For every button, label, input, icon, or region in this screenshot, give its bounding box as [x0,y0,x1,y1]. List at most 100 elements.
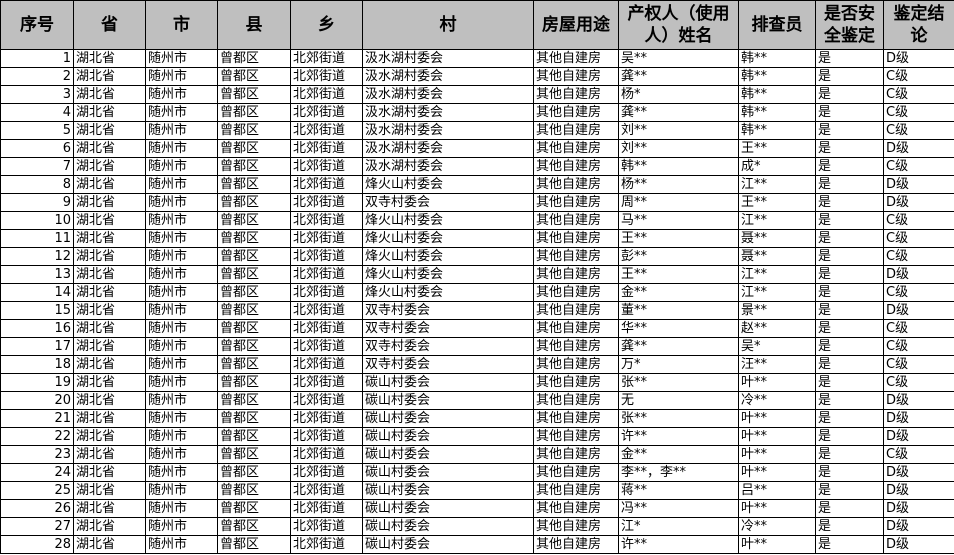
cell-county[interactable]: 曾都区 [217,247,291,266]
cell-appraised[interactable]: 是 [815,211,884,230]
cell-owner[interactable]: 龚** [618,103,739,122]
cell-usage[interactable]: 其他自建房 [533,265,619,284]
cell-conclusion[interactable]: C级 [883,373,954,392]
cell-owner[interactable]: 马** [618,211,739,230]
cell-township[interactable]: 北郊街道 [290,85,363,104]
cell-village[interactable]: 碳山村委会 [362,481,534,500]
cell-county[interactable]: 曾都区 [217,463,291,482]
cell-city[interactable]: 随州市 [145,247,218,266]
cell-index[interactable]: 1 [0,49,74,68]
cell-province[interactable]: 湖北省 [73,355,146,374]
cell-township[interactable]: 北郊街道 [290,175,363,194]
cell-province[interactable]: 湖北省 [73,121,146,140]
cell-usage[interactable]: 其他自建房 [533,391,619,410]
cell-usage[interactable]: 其他自建房 [533,229,619,248]
cell-township[interactable]: 北郊街道 [290,319,363,338]
cell-city[interactable]: 随州市 [145,49,218,68]
cell-county[interactable]: 曾都区 [217,49,291,68]
cell-usage[interactable]: 其他自建房 [533,103,619,122]
cell-index[interactable]: 23 [0,445,74,464]
cell-city[interactable]: 随州市 [145,373,218,392]
cell-city[interactable]: 随州市 [145,355,218,374]
cell-conclusion[interactable]: C级 [883,157,954,176]
cell-appraised[interactable]: 是 [815,517,884,536]
cell-appraised[interactable]: 是 [815,247,884,266]
cell-owner[interactable]: 张** [618,409,739,428]
cell-usage[interactable]: 其他自建房 [533,139,619,158]
cell-index[interactable]: 17 [0,337,74,356]
cell-village[interactable]: 碳山村委会 [362,463,534,482]
cell-city[interactable]: 随州市 [145,409,218,428]
cell-city[interactable]: 随州市 [145,535,218,554]
cell-province[interactable]: 湖北省 [73,517,146,536]
cell-inspector[interactable]: 韩** [738,85,816,104]
cell-owner[interactable]: 张** [618,373,739,392]
cell-township[interactable]: 北郊街道 [290,481,363,500]
cell-village[interactable]: 碳山村委会 [362,427,534,446]
cell-inspector[interactable]: 江** [738,265,816,284]
cell-conclusion[interactable]: C级 [883,247,954,266]
cell-village[interactable]: 烽火山村委会 [362,283,534,302]
cell-appraised[interactable]: 是 [815,373,884,392]
cell-usage[interactable]: 其他自建房 [533,427,619,446]
cell-conclusion[interactable]: C级 [883,355,954,374]
cell-usage[interactable]: 其他自建房 [533,319,619,338]
cell-index[interactable]: 21 [0,409,74,428]
cell-owner[interactable]: 江* [618,517,739,536]
cell-conclusion[interactable]: D级 [883,517,954,536]
cell-county[interactable]: 曾都区 [217,445,291,464]
cell-township[interactable]: 北郊街道 [290,409,363,428]
cell-county[interactable]: 曾都区 [217,427,291,446]
cell-village[interactable]: 双寺村委会 [362,193,534,212]
cell-township[interactable]: 北郊街道 [290,463,363,482]
cell-index[interactable]: 22 [0,427,74,446]
cell-appraised[interactable]: 是 [815,49,884,68]
cell-appraised[interactable]: 是 [815,193,884,212]
col-header-index[interactable]: 序号 [0,0,74,50]
cell-index[interactable]: 27 [0,517,74,536]
cell-conclusion[interactable]: D级 [883,409,954,428]
cell-conclusion[interactable]: D级 [883,175,954,194]
cell-conclusion[interactable]: D级 [883,391,954,410]
cell-county[interactable]: 曾都区 [217,301,291,320]
cell-conclusion[interactable]: C级 [883,121,954,140]
cell-owner[interactable]: 王** [618,229,739,248]
cell-county[interactable]: 曾都区 [217,175,291,194]
cell-conclusion[interactable]: D级 [883,193,954,212]
cell-province[interactable]: 湖北省 [73,337,146,356]
cell-village[interactable]: 烽火山村委会 [362,175,534,194]
col-header-village[interactable]: 村 [362,0,534,50]
cell-appraised[interactable]: 是 [815,337,884,356]
cell-usage[interactable]: 其他自建房 [533,445,619,464]
cell-county[interactable]: 曾都区 [217,283,291,302]
cell-conclusion[interactable]: C级 [883,319,954,338]
cell-city[interactable]: 随州市 [145,265,218,284]
cell-village[interactable]: 汲水湖村委会 [362,49,534,68]
cell-city[interactable]: 随州市 [145,283,218,302]
cell-usage[interactable]: 其他自建房 [533,481,619,500]
cell-index[interactable]: 8 [0,175,74,194]
cell-township[interactable]: 北郊街道 [290,49,363,68]
cell-inspector[interactable]: 韩** [738,49,816,68]
cell-village[interactable]: 汲水湖村委会 [362,121,534,140]
cell-township[interactable]: 北郊街道 [290,445,363,464]
cell-owner[interactable]: 蒋** [618,481,739,500]
cell-county[interactable]: 曾都区 [217,535,291,554]
cell-village[interactable]: 碳山村委会 [362,535,534,554]
cell-province[interactable]: 湖北省 [73,319,146,338]
cell-owner[interactable]: 龚** [618,337,739,356]
cell-usage[interactable]: 其他自建房 [533,157,619,176]
cell-township[interactable]: 北郊街道 [290,229,363,248]
cell-village[interactable]: 汲水湖村委会 [362,85,534,104]
cell-index[interactable]: 25 [0,481,74,500]
cell-county[interactable]: 曾都区 [217,211,291,230]
cell-owner[interactable]: 李**，李** [618,463,739,482]
cell-county[interactable]: 曾都区 [217,409,291,428]
cell-province[interactable]: 湖北省 [73,247,146,266]
cell-inspector[interactable]: 叶** [738,373,816,392]
cell-county[interactable]: 曾都区 [217,499,291,518]
cell-village[interactable]: 碳山村委会 [362,517,534,536]
cell-index[interactable]: 9 [0,193,74,212]
cell-conclusion[interactable]: D级 [883,427,954,446]
cell-county[interactable]: 曾都区 [217,355,291,374]
